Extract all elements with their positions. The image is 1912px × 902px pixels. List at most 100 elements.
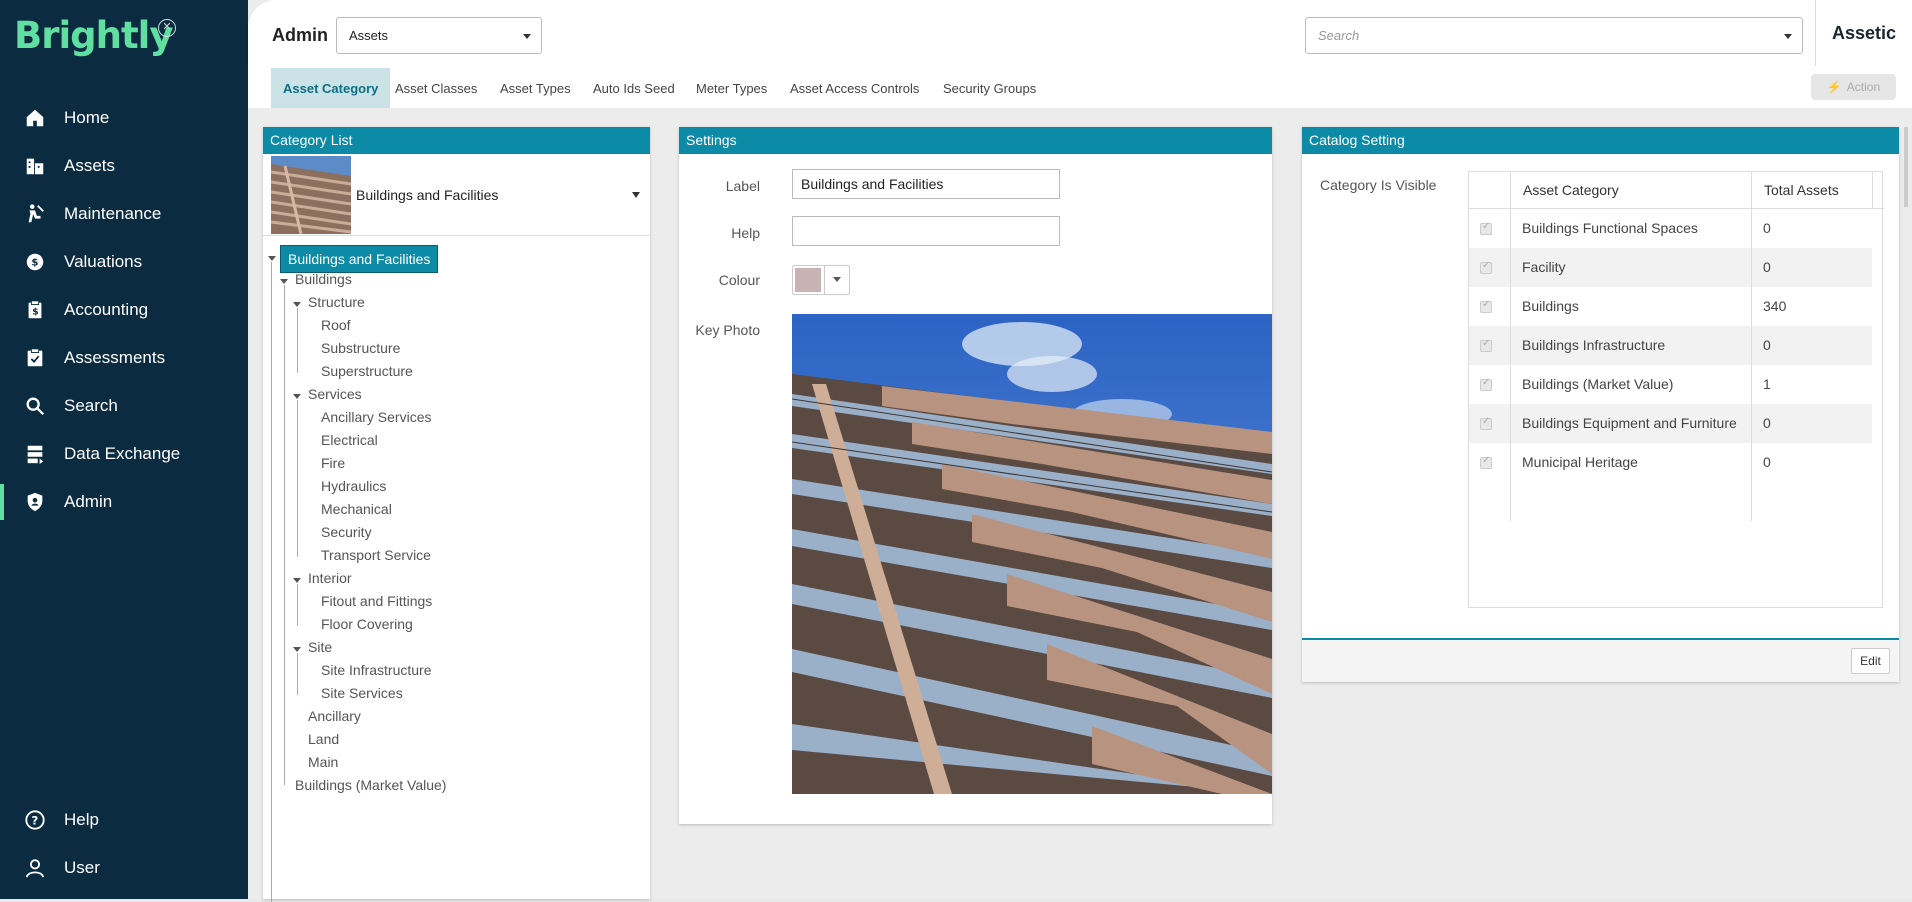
close-circle-icon[interactable]: ✕ [158,19,176,37]
expand-toggle-icon[interactable] [293,578,301,583]
category-cell: Buildings [1522,298,1579,314]
tree-root-node[interactable]: Buildings and Facilities [280,245,439,273]
tree-node[interactable]: Substructure [321,340,400,356]
tab-security-groups[interactable]: Security Groups [931,68,1048,108]
tree-node[interactable]: Hydraulics [321,478,386,494]
search-input[interactable]: Search [1305,17,1803,54]
tree-node[interactable]: Interior [308,570,352,586]
tab-auto-ids-seed[interactable]: Auto Ids Seed [581,68,687,108]
table-row[interactable]: Buildings 340 [1469,287,1872,326]
tree-node[interactable]: Fire [321,455,345,471]
nav-item-home[interactable]: Home [0,94,248,142]
category-select[interactable]: Buildings and Facilities [263,154,650,236]
main-nav: Home Assets Maintenance $ Valuations $ A… [0,94,248,526]
tab-asset-types[interactable]: Asset Types [488,68,583,108]
tree-node[interactable]: Mechanical [321,501,392,517]
visible-checkbox[interactable] [1480,260,1492,274]
nav-item-search[interactable]: Search [0,382,248,430]
expand-toggle-icon[interactable] [293,647,301,652]
panel-header: Catalog Setting [1302,127,1899,154]
tree-node[interactable]: Main [308,754,338,770]
tree-guide-line [297,653,298,695]
nav-item-assets[interactable]: Assets [0,142,248,190]
tree-node[interactable]: Buildings [295,271,352,287]
visible-checkbox[interactable] [1480,455,1492,469]
assessments-icon [27,348,43,367]
nav-item-assessments[interactable]: Assessments [0,334,248,382]
tree-node[interactable]: Structure [308,294,365,310]
nav-item-help[interactable]: ? Help [0,796,248,844]
table-header: Asset Category Total Assets [1469,172,1884,209]
page-scrollbar[interactable] [1904,127,1908,207]
tab-asset-category[interactable]: Asset Category [271,68,391,108]
catalog-setting-panel: Catalog Setting Category Is Visible Asse… [1302,127,1899,682]
tab-asset-classes[interactable]: Asset Classes [383,68,489,108]
tree-node[interactable]: Land [308,731,339,747]
nav-item-maintenance[interactable]: Maintenance [0,190,248,238]
catalog-table: Asset Category Total Assets Buildings Fu… [1468,171,1884,608]
main-area: Admin Assets Search Assetic Asset Catego… [248,0,1912,902]
total-assets-cell: 0 [1763,220,1771,236]
nav-item-user[interactable]: User [0,844,248,892]
expand-toggle-icon[interactable] [293,302,301,307]
expand-toggle-icon[interactable] [280,279,288,284]
table-row[interactable]: Buildings Infrastructure 0 [1469,326,1872,365]
visible-checkbox[interactable] [1480,416,1492,430]
expand-toggle-icon[interactable] [268,256,276,261]
logo-text: Brightly [14,14,173,57]
svg-text:$: $ [32,307,38,318]
maintenance-icon [28,204,44,223]
tree-node[interactable]: Ancillary Services [321,409,431,425]
tree-guide-line [297,308,298,373]
tree-node[interactable]: Electrical [321,432,378,448]
table-row[interactable]: Buildings Functional Spaces 0 [1469,209,1872,248]
tree-node[interactable]: Site Infrastructure [321,662,432,678]
module-select[interactable]: Assets [336,17,542,54]
column-header-asset-category[interactable]: Asset Category [1510,172,1751,209]
label-field[interactable]: Buildings and Facilities [792,169,1060,199]
tree-node[interactable]: Site [308,639,332,655]
tree-node[interactable]: Superstructure [321,363,413,379]
tab-asset-access-controls[interactable]: Asset Access Controls [778,68,931,108]
category-visible-label: Category Is Visible [1320,177,1437,193]
column-divider [1510,209,1511,521]
table-row[interactable]: Buildings (Market Value) 1 [1469,365,1872,404]
total-assets-cell: 0 [1763,259,1771,275]
nav-label: Maintenance [64,204,162,223]
nav-item-valuations[interactable]: $ Valuations [0,238,248,286]
table-row[interactable]: Municipal Heritage 0 [1469,443,1872,482]
tree-node[interactable]: Buildings (Market Value) [295,777,446,793]
colour-picker[interactable] [792,265,850,295]
nav-item-data-exchange[interactable]: Data Exchange [0,430,248,478]
tree-node[interactable]: Site Services [321,685,403,701]
action-button[interactable]: ⚡ Action [1811,74,1896,100]
brightly-logo[interactable]: Brightly [14,14,173,57]
tree-node[interactable]: Services [308,386,362,402]
tree-node[interactable]: Floor Covering [321,616,413,632]
nav-item-accounting[interactable]: $ Accounting [0,286,248,334]
column-header-total-assets[interactable]: Total Assets [1751,172,1872,209]
tree-node[interactable]: Roof [321,317,351,333]
expand-toggle-icon[interactable] [293,394,301,399]
visible-checkbox[interactable] [1480,221,1492,235]
tab-meter-types[interactable]: Meter Types [684,68,779,108]
visible-checkbox[interactable] [1480,338,1492,352]
label-field-label: Label [725,178,760,194]
admin-icon [27,492,43,512]
tree-node[interactable]: Security [321,524,372,540]
key-photo-image[interactable] [792,314,1272,794]
nav-label: User [64,858,100,877]
tree-node[interactable]: Fitout and Fittings [321,593,432,609]
edit-button[interactable]: Edit [1851,648,1890,674]
visible-checkbox[interactable] [1480,377,1492,391]
tree-node[interactable]: Ancillary [308,708,361,724]
table-row[interactable]: Buildings Equipment and Furniture 0 [1469,404,1872,443]
help-field[interactable] [792,216,1060,246]
category-list-panel: Category List Buildings and Facilities B… [263,127,650,902]
visible-checkbox[interactable] [1480,299,1492,313]
help-field-label: Help [731,225,760,241]
table-row[interactable]: Facility 0 [1469,248,1872,287]
tree-node[interactable]: Transport Service [321,547,431,563]
nav-label: Assets [64,156,116,175]
nav-item-admin[interactable]: Admin [0,478,248,526]
